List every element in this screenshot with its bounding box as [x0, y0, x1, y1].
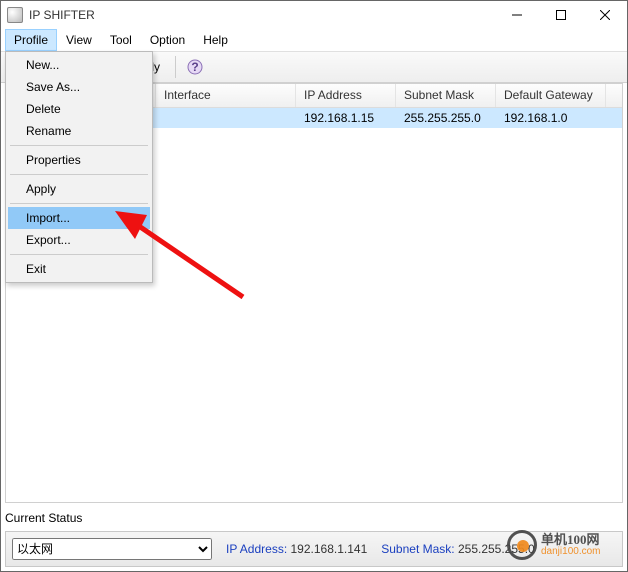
- help-button[interactable]: ?: [182, 55, 208, 79]
- close-button[interactable]: [583, 1, 627, 29]
- watermark-logo-icon: [507, 530, 537, 560]
- minimize-button[interactable]: [495, 1, 539, 29]
- menu-help[interactable]: Help: [194, 29, 237, 51]
- cell-ip: 192.168.1.15: [296, 109, 396, 127]
- maximize-button[interactable]: [539, 1, 583, 29]
- toolbar-separator: [175, 56, 176, 78]
- watermark: 单机100网 danji100.com: [507, 523, 627, 567]
- col-default-gateway[interactable]: Default Gateway: [496, 84, 606, 107]
- cell-interface: [156, 116, 296, 120]
- status-ip-value: 192.168.1.141: [291, 542, 368, 556]
- help-icon: ?: [187, 59, 203, 75]
- status-heading-label: Current Status: [5, 511, 82, 525]
- menu-item-exit[interactable]: Exit: [8, 258, 150, 280]
- col-interface[interactable]: Interface: [156, 84, 296, 107]
- window-title: IP SHIFTER: [29, 8, 95, 22]
- maximize-icon: [556, 10, 566, 20]
- status-ip-label: IP Address:: [226, 542, 287, 556]
- menu-separator: [10, 174, 148, 175]
- svg-text:?: ?: [191, 60, 198, 74]
- profile-dropdown-menu: New...Save As...DeleteRename Properties Ap…: [5, 51, 153, 283]
- app-icon: [7, 7, 23, 23]
- menu-item-new[interactable]: New...: [8, 54, 150, 76]
- status-mask-label: Subnet Mask:: [381, 542, 454, 556]
- menu-item-rename[interactable]: Rename: [8, 120, 150, 142]
- cell-mask: 255.255.255.0: [396, 109, 496, 127]
- menu-item-properties[interactable]: Properties: [8, 149, 150, 171]
- titlebar: IP SHIFTER: [1, 1, 627, 29]
- menubar: Profile View Tool Option Help: [1, 29, 627, 51]
- minimize-icon: [512, 10, 522, 20]
- menu-item-import[interactable]: Import...: [8, 207, 150, 229]
- menu-option[interactable]: Option: [141, 29, 194, 51]
- col-ip-address[interactable]: IP Address: [296, 84, 396, 107]
- menu-profile[interactable]: Profile: [5, 29, 57, 51]
- menu-view[interactable]: View: [57, 29, 101, 51]
- menu-separator: [10, 203, 148, 204]
- close-icon: [600, 10, 610, 20]
- menu-separator: [10, 145, 148, 146]
- menu-item-delete[interactable]: Delete: [8, 98, 150, 120]
- watermark-name: 单机100网: [541, 533, 600, 546]
- adapter-select[interactable]: 以太网: [12, 538, 212, 560]
- menu-item-export[interactable]: Export...: [8, 229, 150, 251]
- menu-separator: [10, 254, 148, 255]
- cell-gateway: 192.168.1.0: [496, 109, 606, 127]
- col-subnet-mask[interactable]: Subnet Mask: [396, 84, 496, 107]
- window-controls: [495, 1, 627, 29]
- menu-item-apply[interactable]: Apply: [8, 178, 150, 200]
- menu-tool[interactable]: Tool: [101, 29, 141, 51]
- menu-item-save-as[interactable]: Save As...: [8, 76, 150, 98]
- watermark-url: danji100.com: [541, 546, 600, 557]
